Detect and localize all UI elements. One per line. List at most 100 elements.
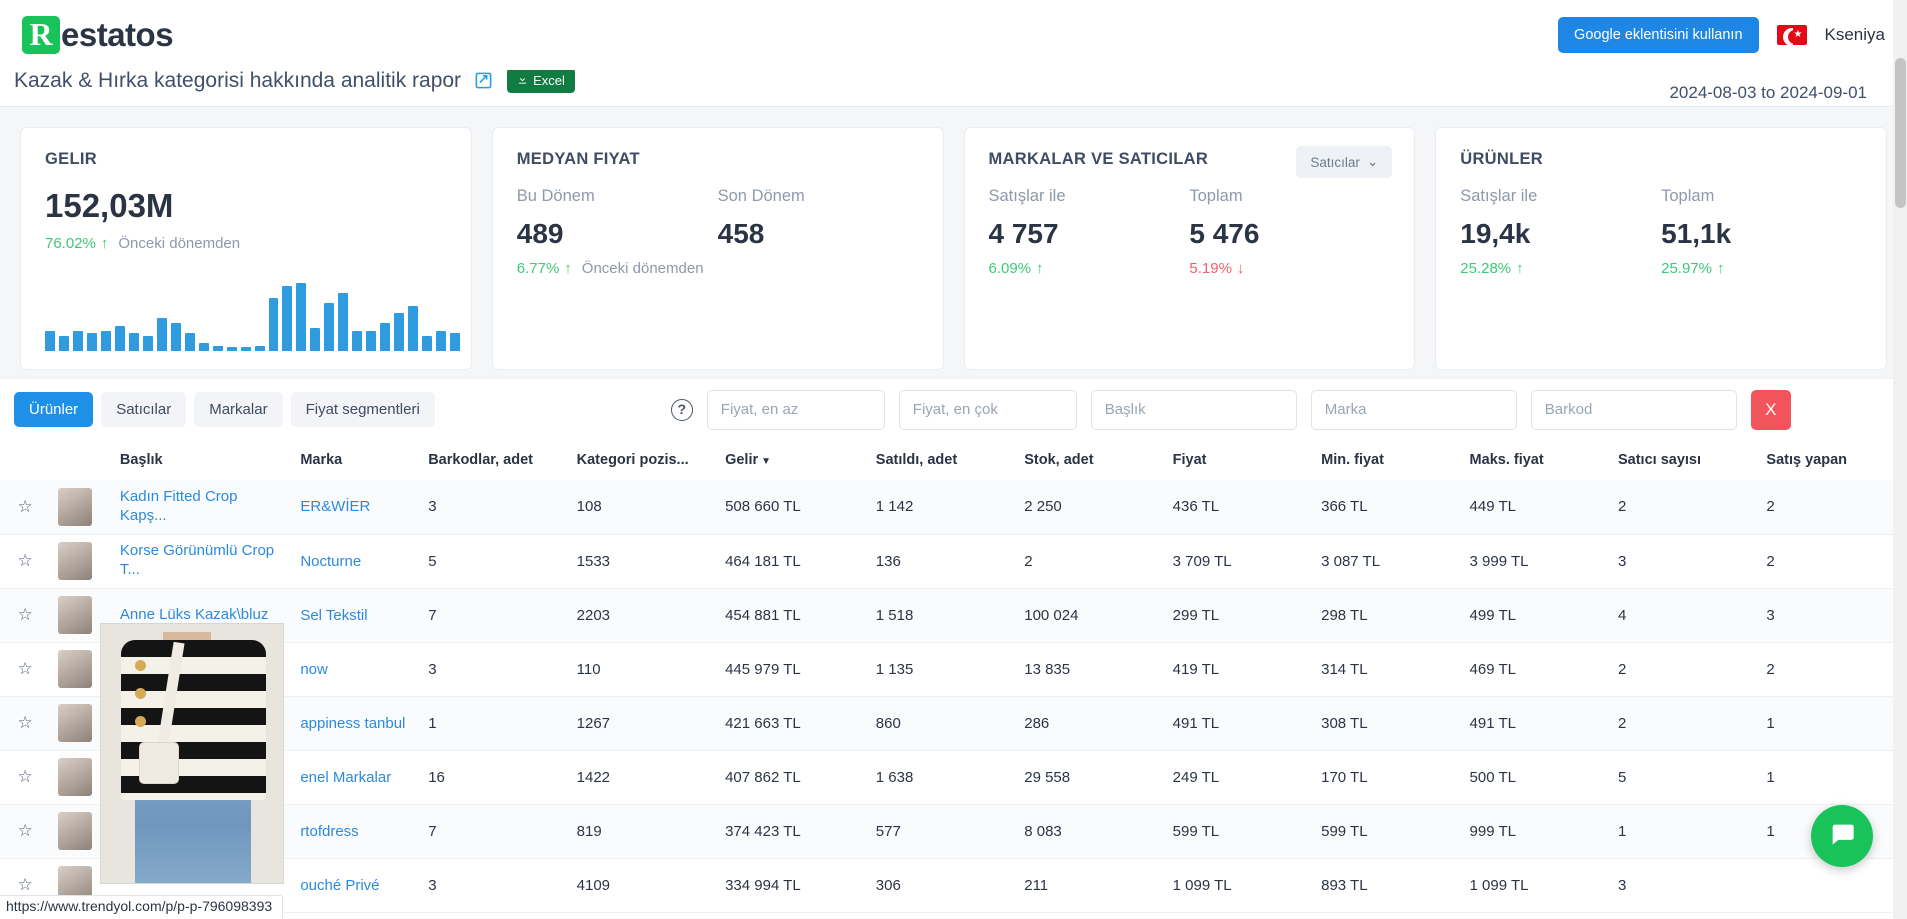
product-brand-link[interactable]: Nocturne (300, 553, 361, 570)
column-header-ba-l-k[interactable]: Başlık (111, 440, 293, 480)
app-logo[interactable]: R estatos (22, 16, 174, 54)
revenue-cell: 407 862 TL (717, 750, 868, 805)
chat-fab-button[interactable] (1811, 805, 1873, 867)
product-brand-cell[interactable]: appiness tanbul (292, 696, 421, 751)
column-header-maks-fiyat[interactable]: Maks. fiyat (1461, 440, 1610, 480)
product-brand-cell[interactable]: ER&WİER (292, 480, 421, 535)
product-brand-link[interactable]: appiness tanbul (300, 715, 405, 732)
product-title-cell[interactable]: Kadın Fitted Crop Kapş... (111, 480, 293, 535)
title-filter-input[interactable] (1090, 389, 1297, 430)
sparkline-bar (268, 298, 279, 351)
favorite-cell[interactable]: ☆ (0, 804, 51, 859)
clear-filters-button[interactable]: X (1750, 389, 1791, 430)
edit-square-icon[interactable] (473, 71, 493, 91)
google-extension-button[interactable]: Google eklentisini kullanın (1558, 17, 1759, 53)
table-row[interactable]: ☆ now 3 110 445 979 TL 1 135 13 835 419 TL 314 T… (0, 642, 1907, 697)
column-header-sat-c-say-s[interactable]: Satıcı sayısı (1609, 440, 1759, 480)
product-thumbnail-image[interactable] (58, 596, 93, 634)
star-outline-icon[interactable]: ☆ (17, 767, 32, 786)
star-outline-icon[interactable]: ☆ (17, 821, 32, 840)
product-thumbnail-image[interactable] (58, 487, 93, 526)
product-thumbnail-image[interactable] (58, 758, 93, 796)
sellers-dropdown[interactable]: Satıcılar ⌄ (1296, 146, 1393, 178)
product-brand-link[interactable]: ER&WİER (300, 498, 370, 515)
table-row[interactable]: ☆ Korse Görünümlü Crop T... Nocturne 5 1533 4… (0, 534, 1907, 589)
table-row[interactable]: ☆ Anne Lüks Kazak\bluz Sel Tekstil 7 2203 454… (0, 588, 1907, 643)
product-thumbnail-image[interactable] (58, 704, 93, 742)
favorite-cell[interactable]: ☆ (0, 588, 51, 643)
products-table-container[interactable]: Başlık Marka Barkodlar, adet Kategori pozis… (0, 440, 1907, 919)
product-brand-cell[interactable]: enel Markalar (292, 750, 421, 805)
selling-count-cell: 2 (1758, 480, 1907, 535)
product-brand-link[interactable]: enel Markalar (300, 769, 391, 786)
product-brand-link[interactable]: now (300, 661, 328, 678)
column-header-blank[interactable] (50, 440, 112, 480)
tab-ürünler[interactable]: Ürünler (14, 392, 94, 427)
sparkline-bar (324, 303, 335, 351)
table-row[interactable]: ☆ rtofdress 7 819 374 423 TL 577 8 083 599 TL 59… (0, 804, 1907, 859)
vertical-scrollbar[interactable] (1893, 0, 1907, 919)
tab-satıcılar[interactable]: Satıcılar (101, 392, 187, 427)
favorite-cell[interactable]: ☆ (0, 534, 51, 589)
product-brand-cell[interactable]: Sel Tekstil (292, 588, 421, 643)
star-outline-icon[interactable]: ☆ (17, 713, 32, 732)
median-price-current: Bu Dönem 489 (517, 187, 718, 260)
favorite-cell[interactable]: ☆ (0, 696, 51, 751)
sparkline-bar (114, 325, 125, 351)
favorite-cell[interactable]: ☆ (0, 750, 51, 805)
product-brand-link[interactable]: Sel Tekstil (300, 607, 367, 624)
product-thumbnail-cell[interactable] (50, 480, 112, 535)
column-header-marka[interactable]: Marka (292, 440, 421, 480)
table-row[interactable]: ☆ ouché Privé 3 4109 334 994 TL 306 211 1 099 T… (0, 858, 1907, 913)
date-range-label[interactable]: 2024-08-03 to 2024-09-01 (1669, 83, 1867, 103)
table-row[interactable]: ☆ Kadın Fitted Crop Kapş... ER&WİER 3 108 508… (0, 480, 1907, 535)
product-thumbnail-image[interactable] (58, 812, 93, 850)
price-max-input[interactable] (898, 389, 1077, 430)
column-header-barkodlar-adet[interactable]: Barkodlar, adet (420, 440, 569, 480)
column-header-stok-adet[interactable]: Stok, adet (1016, 440, 1165, 480)
product-title-cell[interactable]: Korse Görünümlü Crop T... (111, 534, 293, 589)
products-col1-delta: 25.28% ↑ (1460, 260, 1661, 277)
product-brand-cell[interactable]: ouché Privé (292, 858, 421, 913)
tab-markalar[interactable]: Markalar (194, 392, 283, 427)
star-outline-icon[interactable]: ☆ (17, 605, 32, 624)
barcode-filter-input[interactable] (1530, 389, 1737, 430)
sparkline-bar (128, 333, 139, 351)
product-title-link[interactable]: Kadın Fitted Crop Kapş... (120, 488, 238, 524)
table-row[interactable]: ☆ appiness tanbul 1 1267 421 663 TL 860 286 491… (0, 696, 1907, 751)
favorite-cell[interactable]: ☆ (0, 480, 51, 535)
product-thumbnail-cell[interactable] (50, 534, 112, 589)
min-price-cell: 3 087 TL (1313, 534, 1462, 589)
product-brand-cell[interactable]: now (292, 642, 421, 697)
excel-export-button[interactable]: Excel (507, 68, 575, 93)
product-brand-link[interactable]: ouché Privé (300, 877, 379, 894)
table-row[interactable]: ☆ enel Markalar 16 1422 407 862 TL 1 638 29 55… (0, 750, 1907, 805)
product-thumbnail-image[interactable] (58, 542, 93, 580)
column-header-min-fiyat[interactable]: Min. fiyat (1313, 440, 1462, 480)
column-header-kategori-pozis[interactable]: Kategori pozis... (568, 440, 718, 480)
scrollbar-thumb[interactable] (1895, 58, 1906, 208)
user-name-label[interactable]: Kseniya (1825, 25, 1885, 45)
star-outline-icon[interactable]: ☆ (17, 659, 32, 678)
product-brand-link[interactable]: rtofdress (300, 823, 358, 840)
column-header-sat-ld-adet[interactable]: Satıldı, adet (867, 440, 1017, 480)
product-title-link[interactable]: Anne Lüks Kazak\bluz (120, 606, 268, 623)
star-outline-icon[interactable]: ☆ (17, 497, 32, 516)
star-outline-icon[interactable]: ☆ (17, 551, 32, 570)
product-brand-cell[interactable]: rtofdress (292, 804, 421, 859)
favorite-cell[interactable]: ☆ (0, 642, 51, 697)
product-brand-cell[interactable]: Nocturne (292, 534, 421, 589)
turkey-flag-icon[interactable] (1776, 25, 1807, 45)
product-thumbnail-image[interactable] (58, 650, 93, 688)
price-min-input[interactable] (706, 389, 885, 430)
tab-fiyat-segmentleri[interactable]: Fiyat segmentleri (290, 392, 435, 427)
question-circle-icon[interactable]: ? (670, 398, 693, 421)
product-title-link[interactable]: Korse Görünümlü Crop T... (120, 542, 274, 578)
price-cell: 249 TL (1164, 750, 1314, 805)
star-outline-icon[interactable]: ☆ (17, 875, 32, 894)
column-header-fiyat[interactable]: Fiyat (1164, 440, 1314, 480)
column-header-sat-yapan[interactable]: Satış yapan (1758, 440, 1907, 480)
column-header-blank[interactable] (0, 440, 51, 480)
brand-filter-input[interactable] (1310, 389, 1517, 430)
column-header-gelir[interactable]: Gelir ▼ (717, 440, 868, 480)
